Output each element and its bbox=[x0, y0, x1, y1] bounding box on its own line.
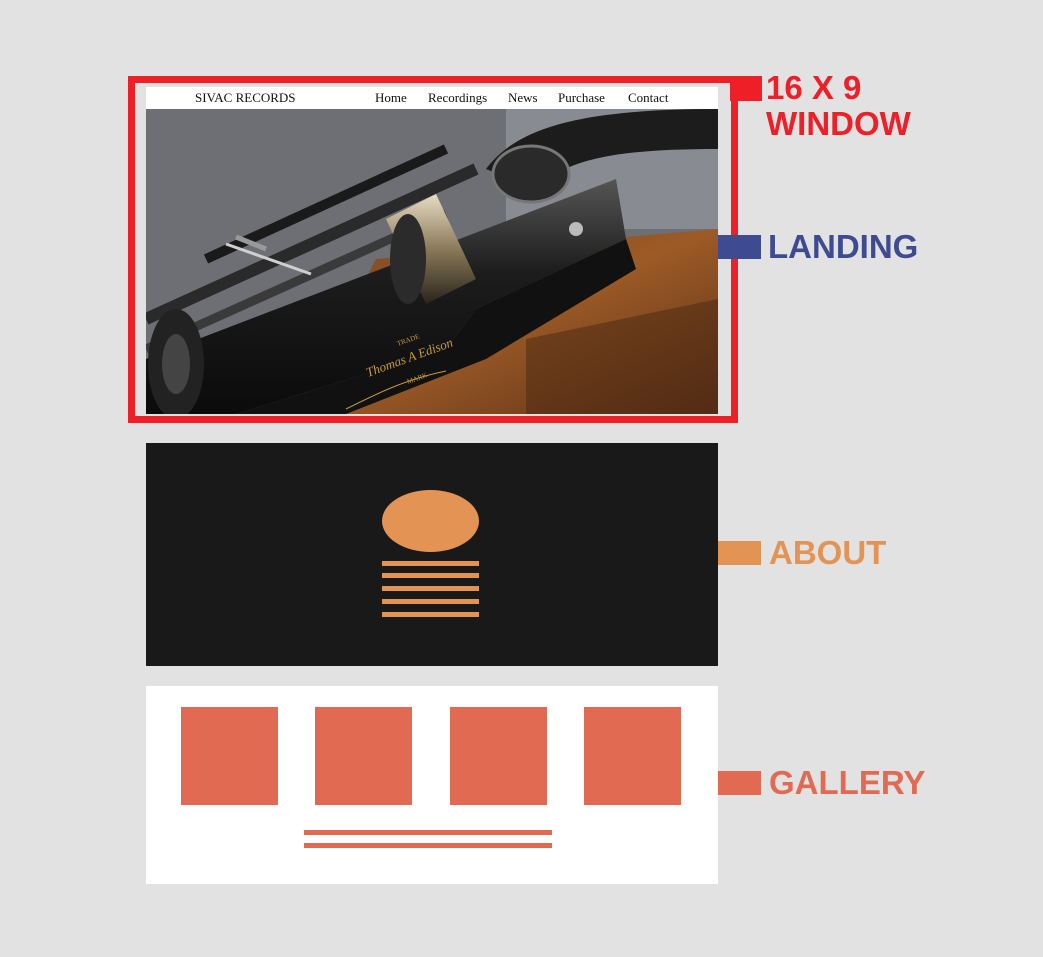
gallery-thumbnail bbox=[450, 707, 547, 805]
about-image-placeholder bbox=[382, 490, 479, 552]
window-label-line2: WINDOW bbox=[766, 105, 911, 142]
gallery-marker bbox=[718, 771, 761, 795]
about-marker bbox=[718, 541, 761, 565]
about-text-line bbox=[382, 586, 479, 591]
about-text-line bbox=[382, 612, 479, 617]
window-label: 16 X 9 WINDOW bbox=[766, 70, 911, 142]
gallery-text-line bbox=[304, 830, 552, 835]
about-text-line bbox=[382, 599, 479, 604]
about-label: ABOUT bbox=[769, 534, 887, 571]
gallery-label: GALLERY bbox=[769, 764, 926, 801]
landing-label: LANDING bbox=[768, 228, 919, 265]
about-text-line bbox=[382, 573, 479, 578]
window-frame bbox=[128, 76, 738, 423]
window-label-line1: 16 X 9 bbox=[766, 69, 862, 106]
landing-marker bbox=[718, 235, 761, 259]
gallery-thumbnail bbox=[584, 707, 681, 805]
gallery-thumbnail bbox=[181, 707, 278, 805]
about-text-line bbox=[382, 561, 479, 566]
about-section bbox=[146, 443, 718, 666]
gallery-text-line bbox=[304, 843, 552, 848]
gallery-section bbox=[146, 686, 718, 884]
window-marker bbox=[730, 76, 762, 101]
gallery-thumbnail bbox=[315, 707, 412, 805]
